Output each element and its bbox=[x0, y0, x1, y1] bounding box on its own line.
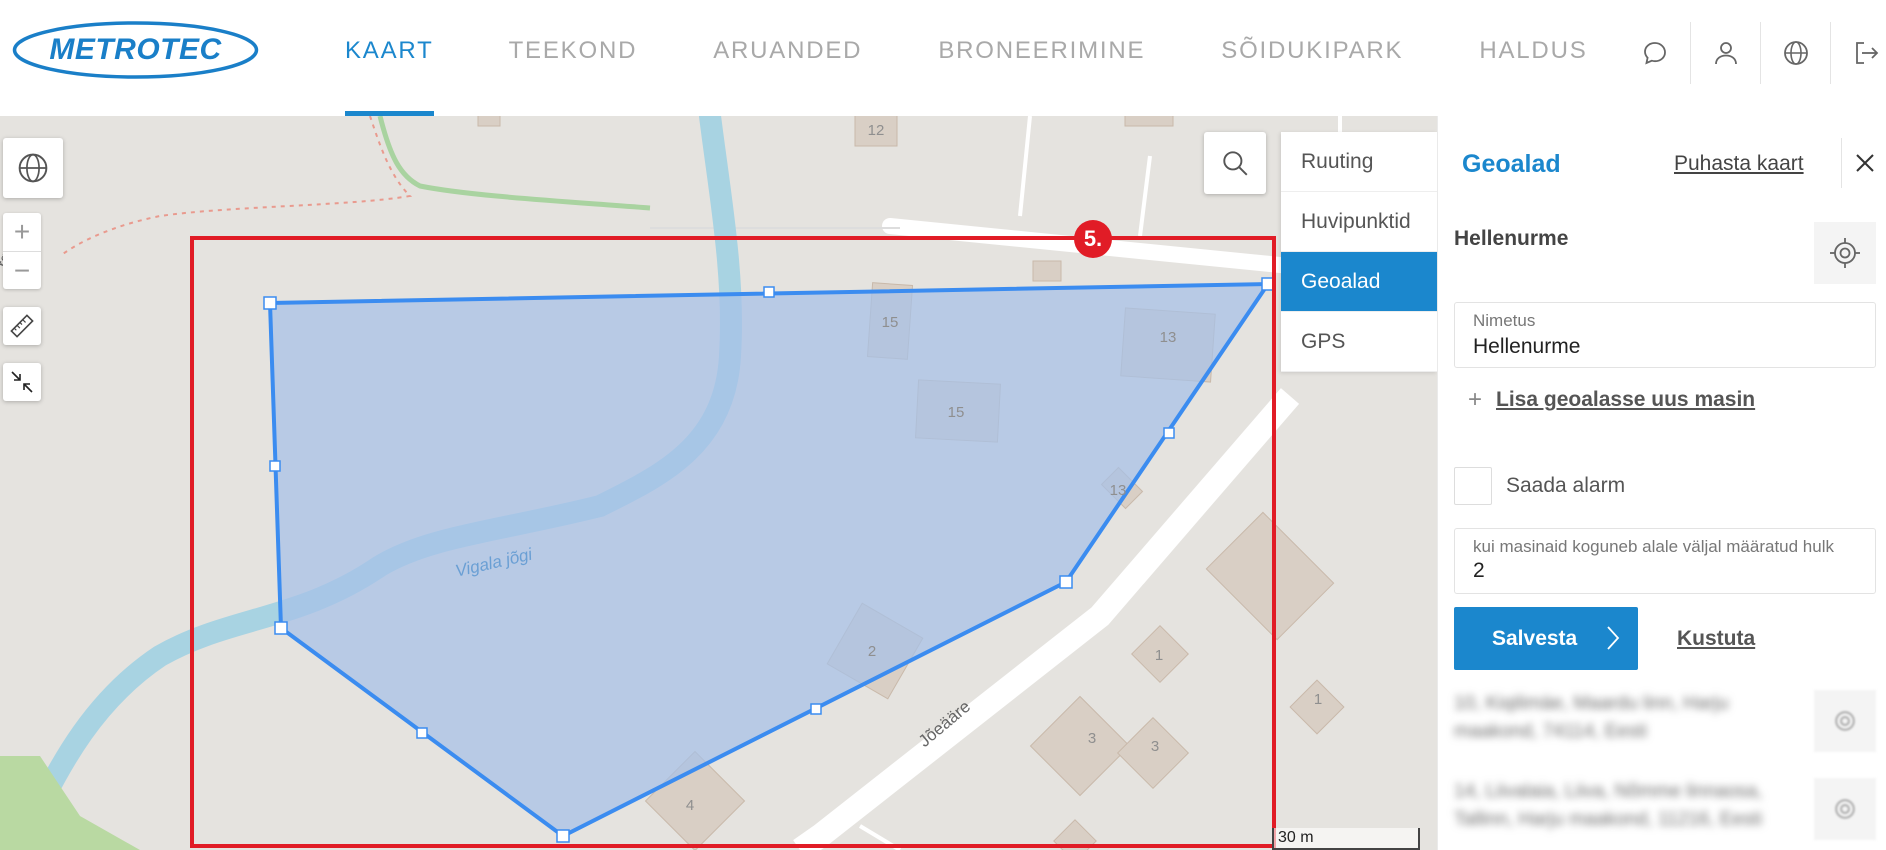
chat-icon[interactable] bbox=[1620, 22, 1690, 84]
scale-bar: 30 m bbox=[1272, 828, 1420, 850]
layer-ruuting[interactable]: Ruuting bbox=[1281, 132, 1437, 192]
top-header: METROTEC KAART TEEKOND ARUANDED BRONEERI… bbox=[0, 0, 1886, 116]
nav-kaart[interactable]: KAART bbox=[345, 0, 434, 116]
basemap: 12 15 15 13 13 2 1 1 3 3 4 Vigala jõgi J… bbox=[0, 116, 1345, 850]
chevron-right-icon bbox=[1607, 626, 1620, 650]
user-icon[interactable] bbox=[1690, 22, 1760, 84]
step-badge: 5. bbox=[1074, 220, 1112, 258]
map-label-house-4: 4 bbox=[686, 797, 694, 814]
layer-huvipunktid[interactable]: Huvipunktid bbox=[1281, 192, 1437, 252]
zoom-in-button[interactable]: + bbox=[3, 213, 41, 251]
logout-icon[interactable] bbox=[1830, 22, 1886, 84]
ruler-icon bbox=[10, 314, 34, 338]
logo-text: METROTEC bbox=[49, 33, 222, 66]
list-item-address: 14, Liivalaia, Liiva, Nõmme linnaosa, Ta… bbox=[1454, 781, 1763, 830]
layer-geoalad[interactable]: Geoalad bbox=[1281, 252, 1446, 312]
add-machine-link[interactable]: + Lisa geoalasse uus masin bbox=[1468, 386, 1755, 414]
fit-bounds-button[interactable] bbox=[3, 363, 41, 401]
alarm-checkbox[interactable] bbox=[1454, 467, 1492, 505]
nav-teekond[interactable]: TEEKOND bbox=[509, 0, 638, 116]
map-label-house-13a: 13 bbox=[1160, 329, 1177, 346]
name-field-value: Hellenurme bbox=[1473, 335, 1581, 358]
crosshair-icon[interactable] bbox=[1814, 778, 1876, 840]
save-button[interactable]: Salvesta bbox=[1454, 607, 1638, 670]
threshold-field-label: kui masinaid koguneb alale väljal määrat… bbox=[1473, 537, 1834, 556]
header-actions bbox=[1620, 22, 1886, 84]
plus-icon: + bbox=[1468, 386, 1483, 413]
nav-haldus[interactable]: HALDUS bbox=[1479, 0, 1587, 116]
close-icon bbox=[1855, 154, 1874, 172]
crosshair-icon bbox=[1830, 238, 1860, 268]
map-label-house-3a: 3 bbox=[1088, 730, 1096, 747]
search-icon bbox=[1223, 151, 1248, 176]
locate-zone-button[interactable] bbox=[1814, 222, 1876, 284]
name-field[interactable]: Nimetus Hellenurme bbox=[1454, 302, 1876, 368]
geofence-panel: Geoalad Puhasta kaart Hellenurme Nimetus… bbox=[1437, 116, 1886, 850]
close-panel-button[interactable] bbox=[1841, 138, 1886, 188]
map-label-house-13b: 13 bbox=[1110, 482, 1127, 499]
name-field-label: Nimetus bbox=[1473, 311, 1536, 330]
collapse-arrows-icon bbox=[11, 371, 33, 393]
map-label-house-15b: 15 bbox=[948, 404, 965, 421]
panel-title: Geoalad bbox=[1462, 150, 1561, 178]
map-label-house-12: 12 bbox=[868, 122, 885, 139]
list-item[interactable]: 10, Kiqilimäe, Maardu linn, Harju maakon… bbox=[1454, 684, 1876, 766]
clear-map-link[interactable]: Puhasta kaart bbox=[1674, 152, 1804, 176]
panel-header: Geoalad Puhasta kaart bbox=[1438, 116, 1886, 208]
nav-broneerimine[interactable]: BRONEERIMINE bbox=[938, 0, 1145, 116]
main-nav: KAART TEEKOND ARUANDED BRONEERIMINE SÕID… bbox=[345, 0, 1588, 116]
nav-soidukipark[interactable]: SÕIDUKIPARK bbox=[1221, 0, 1403, 116]
map-label-house-3b: 3 bbox=[1151, 738, 1159, 755]
map-label-house-2: 2 bbox=[868, 643, 876, 660]
map-search-button[interactable] bbox=[1204, 132, 1266, 194]
crosshair-icon[interactable] bbox=[1814, 690, 1876, 752]
alarm-label: Saada alarm bbox=[1506, 474, 1626, 497]
basemap-switch-button[interactable] bbox=[3, 138, 63, 198]
alarm-row: Saada alarm bbox=[1454, 467, 1625, 505]
map-label-house-1b: 1 bbox=[1314, 691, 1322, 708]
save-button-label: Salvesta bbox=[1492, 626, 1578, 650]
map-label-house-1a: 1 bbox=[1155, 647, 1163, 664]
zone-name: Hellenurme bbox=[1454, 227, 1569, 250]
layer-gps[interactable]: GPS bbox=[1281, 312, 1437, 372]
list-item[interactable]: 14, Liivalaia, Liiva, Nõmme linnaosa, Ta… bbox=[1454, 772, 1876, 850]
threshold-field-value: 2 bbox=[1473, 559, 1485, 582]
list-item-address: 10, Kiqilimäe, Maardu linn, Harju maakon… bbox=[1454, 693, 1729, 742]
globe-icon bbox=[18, 153, 48, 183]
add-machine-label: Lisa geoalasse uus masin bbox=[1496, 388, 1756, 411]
zoom-controls: + − bbox=[3, 213, 41, 289]
layer-menu: Ruuting Huvipunktid Geoalad GPS bbox=[1281, 132, 1446, 372]
measure-button[interactable] bbox=[3, 307, 41, 345]
map-canvas[interactable]: 12 15 15 13 13 2 1 1 3 3 4 Vigala jõgi J… bbox=[0, 116, 1437, 850]
zoom-out-button[interactable]: − bbox=[3, 251, 41, 289]
globe-icon[interactable] bbox=[1760, 22, 1830, 84]
threshold-field[interactable]: kui masinaid koguneb alale väljal määrat… bbox=[1454, 528, 1876, 594]
delete-link[interactable]: Kustuta bbox=[1677, 627, 1755, 651]
nav-aruanded[interactable]: ARUANDED bbox=[713, 0, 862, 116]
map-label-house-15a: 15 bbox=[882, 314, 899, 331]
metrotec-logo[interactable]: METROTEC bbox=[12, 20, 259, 80]
